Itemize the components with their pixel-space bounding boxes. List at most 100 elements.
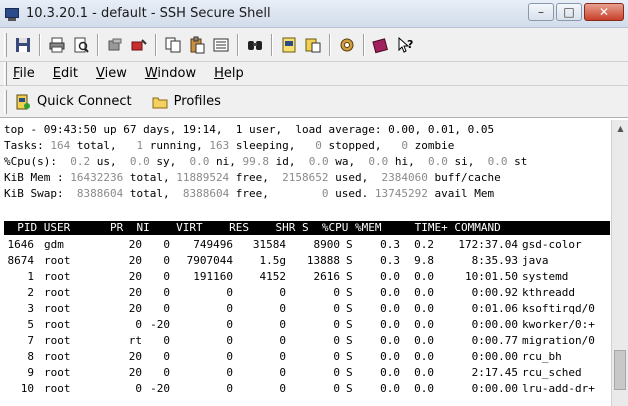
process-row: 1646 gdm 20 0 749496 31584 8900 S 0.3 0.2 172:37.0… [4,237,610,253]
save-icon[interactable] [13,35,33,55]
process-time: 0:00.77 [471,334,518,347]
process-cmd: migration/0 [522,334,595,347]
process-res: 4152 [259,270,287,283]
process-user: root [44,350,71,363]
process-cmd: rcu_bh [522,350,562,363]
process-cmd: kworker/0:+ [522,318,595,331]
process-pid: 8 [27,350,34,363]
process-res: 0 [279,302,286,315]
disconnect-icon[interactable] [105,35,125,55]
window-title: 10.3.20.1 - default - SSH Secure Shell [26,6,271,21]
process-cmd: gsd-color [522,238,582,251]
toolbar: ? [0,28,628,62]
process-cpu: 0.0 [380,366,400,379]
process-ni: 0 [163,334,170,347]
process-table-header: PID USER PR NI VIRT RES SHR S %CPU %MEM … [4,221,610,235]
process-row: 8674 root 20 0 7907044 1.5g 13888 S 0.3 9.8 8:35.9… [4,253,610,269]
menu-edit[interactable]: Edit [51,64,80,83]
quick-connect-label: Quick Connect [37,94,132,109]
process-row: 2 root 20 0 0 0 0 S 0.0 0.0 0:00.92 kthreadd [4,285,610,301]
print-preview-icon[interactable] [71,35,91,55]
process-mem: 0.0 [414,270,434,283]
process-cmd: ksoftirqd/0 [522,302,595,315]
process-res: 31584 [252,238,286,251]
process-time: 172:37.04 [458,238,518,251]
process-cmd: java [522,254,549,267]
process-pr: 20 [128,286,142,299]
process-user: root [44,302,71,315]
process-shr: 13888 [306,254,340,267]
process-ni: 0 [163,254,170,267]
mem-line: KiB Mem : 16432236 total, 11889524 free,… [4,171,501,184]
help-icon[interactable]: ? [395,35,415,55]
scroll-up-icon[interactable]: ▲ [612,120,628,137]
process-time: 0:00.00 [471,318,518,331]
process-pid: 9 [27,366,34,379]
process-virt: 0 [226,334,233,347]
settings-icon[interactable] [337,35,357,55]
process-pid: 3 [27,302,34,315]
process-cpu: 0.0 [380,382,400,395]
process-ni: -20 [150,318,170,331]
process-s: S [346,238,353,251]
process-mem: 0.0 [414,350,434,363]
process-virt: 0 [226,318,233,331]
process-row: 1 root 20 0 191160 4152 2616 S 0.0 0.0 10:01.50 sys… [4,269,610,285]
process-res: 0 [279,350,286,363]
vertical-scrollbar[interactable]: ▲ [611,120,628,406]
menu-view[interactable]: View [94,64,129,83]
process-ni: 0 [163,286,170,299]
new-file-transfer-icon[interactable] [303,35,323,55]
minimize-button[interactable]: – [528,3,554,21]
process-mem: 0.0 [414,318,434,331]
process-mem: 0.0 [414,366,434,379]
process-cpu: 0.0 [380,334,400,347]
copy-icon[interactable] [163,35,183,55]
process-res: 1.5g [259,254,287,267]
process-pr: 20 [128,238,142,251]
process-ni: 0 [163,366,170,379]
process-mem: 0.2 [414,238,434,251]
menu-window[interactable]: Window [143,64,198,83]
process-pid: 7 [27,334,34,347]
connect-icon[interactable] [129,35,149,55]
process-row: 5 root 0 -20 0 0 0 S 0.0 0.0 0:00.00 kworker/0:+ [4,317,610,333]
paste-icon[interactable] [187,35,207,55]
process-user: root [44,254,71,267]
process-s: S [346,270,353,283]
maximize-button[interactable]: □ [556,3,582,21]
find-icon[interactable] [245,35,265,55]
quick-connect-button[interactable]: Quick Connect [11,92,136,112]
process-pid: 8674 [7,254,35,267]
process-pr: 20 [128,254,142,267]
scroll-thumb[interactable] [614,350,626,390]
process-shr: 0 [333,286,340,299]
print-icon[interactable] [47,35,67,55]
process-row: 9 root 20 0 0 0 0 S 0.0 0.0 2:17.45 rcu_sched [4,365,610,381]
process-ni: 0 [163,238,170,251]
process-cmd: kthreadd [522,286,575,299]
process-time: 0:00.00 [471,350,518,363]
close-button[interactable]: ✕ [584,3,624,21]
process-shr: 0 [333,350,340,363]
help-book-icon[interactable] [371,35,391,55]
process-cmd: rcu_sched [522,366,582,379]
profiles-button[interactable]: Profiles [148,92,225,112]
process-virt: 7907044 [186,254,233,267]
tasks-line: Tasks: 164 total, 1 running, 163 sleepin… [4,139,455,152]
menu-file[interactable]: File [11,64,37,83]
new-terminal-icon[interactable] [279,35,299,55]
process-res: 0 [279,286,286,299]
process-s: S [346,366,353,379]
process-cpu: 0.0 [380,270,400,283]
process-user: root [44,286,71,299]
process-shr: 8900 [313,238,341,251]
select-all-icon[interactable] [211,35,231,55]
terminal-view[interactable]: top - 09:43:50 up 67 days, 19:14, 1 user… [0,120,628,406]
process-user: root [44,334,71,347]
process-s: S [346,254,353,267]
process-time: 10:01.50 [465,270,518,283]
process-ni: -20 [150,382,170,395]
menu-help[interactable]: Help [212,64,246,83]
process-row: 7 root rt 0 0 0 0 S 0.0 0.0 0:00.77 migration/0 [4,333,610,349]
